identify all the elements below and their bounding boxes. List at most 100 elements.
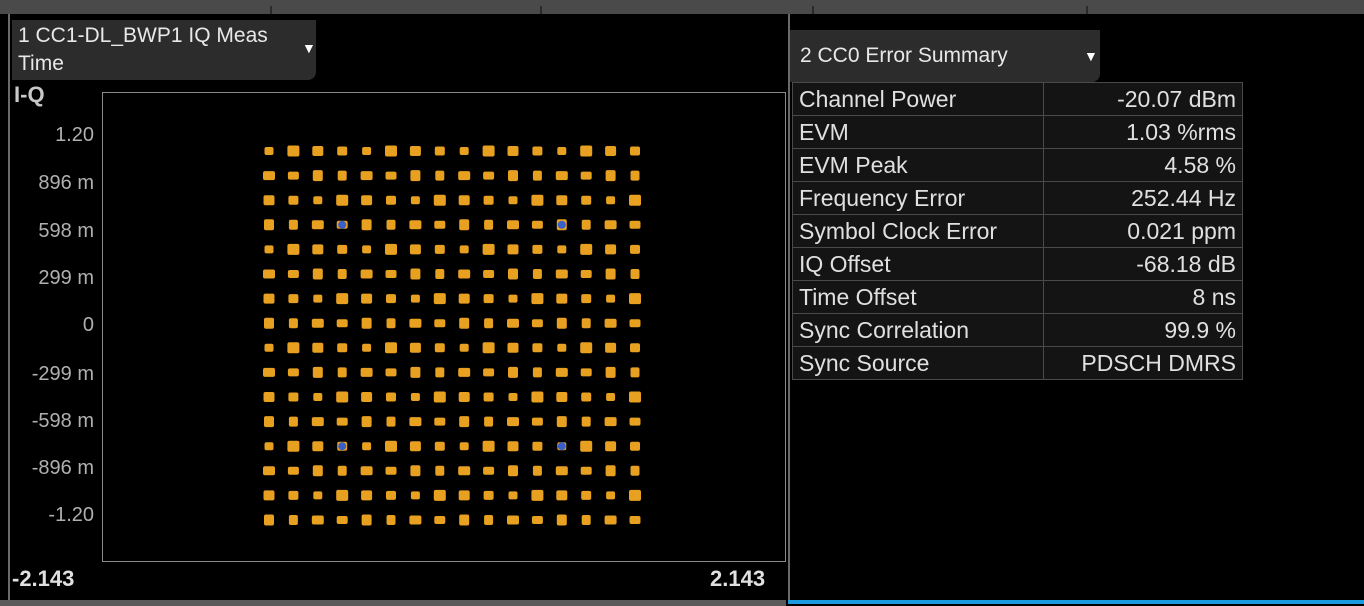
- constellation-point: [484, 219, 494, 230]
- constellation-point: [264, 147, 274, 155]
- constellation-point: [312, 366, 323, 378]
- constellation-point: [433, 293, 446, 305]
- dropdown-arrow-icon[interactable]: ▼: [1084, 48, 1098, 64]
- constellation-point: [508, 465, 518, 477]
- constellation-point: [630, 367, 640, 378]
- summary-value: 4.58 %: [1043, 148, 1243, 182]
- constellation-point: [605, 268, 616, 280]
- x-axis-max-label: 2.143: [710, 566, 766, 591]
- summary-value: PDSCH DMRS: [1043, 346, 1243, 380]
- constellation-point: [580, 440, 593, 452]
- constellation-point: [434, 220, 446, 229]
- constellation-point: [555, 367, 568, 377]
- constellation-point: [580, 342, 593, 354]
- constellation-point: [557, 147, 567, 155]
- constellation-point: [604, 515, 617, 525]
- constellation-point: [263, 466, 275, 476]
- iq-meas-window[interactable]: 1 CC1-DL_BWP1 IQ Meas Time ▼ I-Q 1.20 896…: [8, 14, 788, 604]
- constellation-point: [629, 516, 641, 524]
- constellation-point: [337, 170, 347, 181]
- constellation-point: [336, 391, 349, 403]
- constellation-point: [508, 366, 518, 378]
- constellation-point: [337, 367, 347, 378]
- constellation-point: [410, 465, 421, 477]
- constellation-point: [361, 392, 373, 402]
- constellation-point: [580, 243, 593, 255]
- constellation-point: [531, 489, 544, 501]
- constellation-point: [484, 318, 494, 329]
- constellation-point: [606, 294, 616, 303]
- constellation-point: [288, 392, 299, 402]
- constellation-point: [313, 491, 323, 500]
- constellation-point: [410, 170, 421, 182]
- constellation-point: [532, 367, 542, 378]
- constellation-point: [337, 343, 348, 353]
- summary-label: Channel Power: [792, 82, 1044, 116]
- constellation-point: [605, 146, 617, 156]
- constellation-point: [336, 489, 349, 501]
- constellation-point: [287, 342, 300, 354]
- constellation-point: [410, 196, 420, 205]
- constellation-point: [458, 466, 471, 476]
- constellation-point: [385, 368, 397, 377]
- constellation-point: [556, 514, 567, 526]
- constellation-point: [361, 195, 373, 206]
- summary-label: Symbol Clock Error: [792, 214, 1044, 248]
- constellation-point: [459, 317, 470, 329]
- constellation-point: [312, 342, 324, 353]
- constellation-point: [386, 490, 396, 500]
- constellation-point-highlight: [557, 442, 566, 451]
- constellation-point: [483, 466, 495, 475]
- constellation-point: [555, 269, 568, 279]
- x-axis-min-label: -2.143: [12, 566, 75, 591]
- constellation-point: [312, 146, 324, 156]
- constellation-point: [287, 171, 299, 180]
- constellation-plot[interactable]: [102, 92, 786, 562]
- constellation-point: [264, 514, 274, 526]
- constellation-point: [385, 342, 397, 354]
- constellation-point: [508, 170, 518, 182]
- constellation-point: [434, 319, 446, 328]
- constellation-point: [459, 514, 470, 526]
- constellation-point: [629, 220, 641, 229]
- constellation-point: [409, 342, 421, 353]
- constellation-point: [434, 343, 445, 353]
- constellation-point: [362, 147, 372, 155]
- constellation-point-highlight: [338, 442, 347, 451]
- dropdown-arrow-icon[interactable]: ▼: [302, 40, 316, 56]
- constellation-point: [581, 515, 591, 525]
- constellation-point: [409, 220, 422, 230]
- window1-bottom-border: [0, 600, 786, 606]
- constellation-point: [264, 343, 274, 352]
- constellation-point: [605, 170, 616, 182]
- constellation-point: [581, 318, 591, 329]
- constellation-point: [507, 220, 519, 230]
- constellation-point: [483, 392, 494, 402]
- constellation-point: [629, 391, 641, 403]
- constellation-point: [556, 293, 568, 304]
- y-tick-label: 896 m: [38, 172, 94, 194]
- constellation-point: [433, 194, 446, 206]
- constellation-point: [605, 366, 616, 378]
- constellation-point: [360, 269, 373, 279]
- window1-title-tab[interactable]: 1 CC1-DL_BWP1 IQ Meas Time ▼: [12, 20, 316, 80]
- y-tick-label: 598 m: [38, 220, 94, 242]
- constellation-point: [556, 392, 568, 402]
- constellation-point: [312, 244, 324, 255]
- constellation-point: [508, 196, 518, 205]
- constellation-point: [360, 466, 373, 476]
- constellation-point: [531, 516, 543, 524]
- constellation-point: [557, 343, 567, 352]
- constellation-point: [263, 269, 275, 279]
- constellation-point: [434, 516, 446, 524]
- window2-title-tab[interactable]: 2 CC0 Error Summary ▼: [790, 30, 1100, 82]
- constellation-point: [287, 243, 300, 255]
- constellation-point: [362, 343, 372, 352]
- constellation-point: [458, 195, 470, 206]
- constellation-point: [458, 392, 470, 402]
- constellation-point: [606, 196, 616, 205]
- constellation-point: [337, 244, 348, 254]
- constellation-point: [311, 515, 324, 525]
- constellation-point: [409, 441, 421, 452]
- constellation-point: [630, 244, 640, 254]
